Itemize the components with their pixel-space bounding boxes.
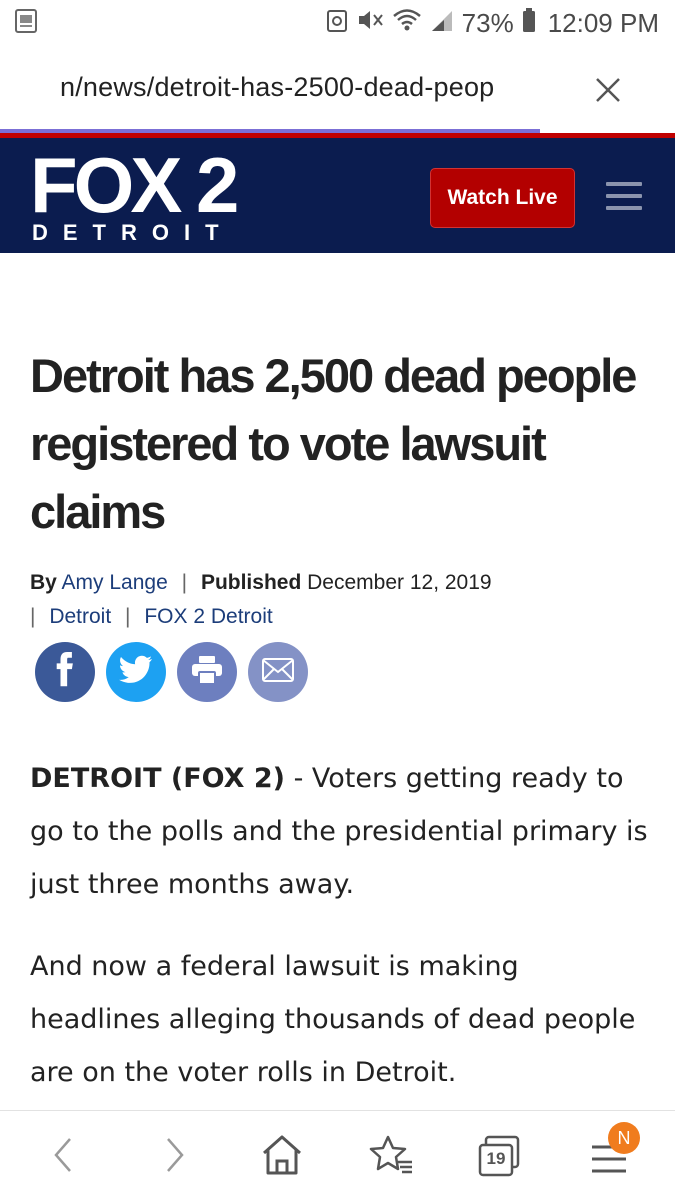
recycle-icon: [326, 7, 348, 40]
tabs-button[interactable]: 19: [474, 1129, 526, 1181]
fox2-detroit-logo[interactable]: FOX 2 DETROIT: [30, 141, 250, 248]
published-date: December 12, 2019: [307, 571, 492, 594]
home-button[interactable]: [256, 1129, 308, 1181]
notification-icon: [14, 8, 40, 39]
signal-icon: [430, 7, 454, 40]
home-icon: [263, 1135, 301, 1175]
dateline: DETROIT (FOX 2): [30, 763, 285, 794]
hamburger-menu-icon[interactable]: [606, 182, 642, 212]
share-buttons: [35, 642, 308, 702]
clock: 12:09 PM: [547, 7, 659, 38]
back-button[interactable]: [38, 1129, 90, 1181]
forward-button[interactable]: [148, 1129, 200, 1181]
browser-bottom-nav: 19: [0, 1110, 675, 1200]
status-left: [14, 8, 40, 39]
logo-wordmark: FOX 2: [30, 141, 239, 229]
wifi-icon: [392, 7, 422, 40]
twitter-share-button[interactable]: [106, 642, 166, 702]
chevron-left-icon: [54, 1138, 71, 1172]
notification-badge: N: [608, 1122, 640, 1154]
article-paragraph: And now a federal lawsuit is making head…: [30, 951, 636, 1088]
facebook-icon: [50, 651, 80, 693]
watch-live-button[interactable]: Watch Live: [430, 168, 575, 228]
email-icon: [262, 657, 294, 687]
bookmarks-button[interactable]: [366, 1129, 418, 1181]
print-button[interactable]: [177, 642, 237, 702]
byline: By Amy Lange | Published December 12, 20…: [30, 566, 650, 634]
site-header: FOX 2 DETROIT Watch Live: [0, 138, 675, 253]
chevron-right-icon: [167, 1138, 184, 1172]
url-bar[interactable]: n/news/detroit-has-2500-dead-peop: [0, 58, 675, 128]
status-bar: 73% 12:09 PM: [0, 0, 675, 46]
tabs-count: 19: [486, 1149, 506, 1168]
outlet-link[interactable]: FOX 2 Detroit: [144, 605, 272, 628]
section-link[interactable]: Detroit: [49, 605, 111, 628]
byline-separator: |: [125, 605, 131, 628]
published-label: Published: [200, 571, 302, 594]
logo-subtitle: DETROIT: [32, 220, 234, 245]
email-share-button[interactable]: [248, 642, 308, 702]
star-list-icon: [369, 1135, 412, 1174]
byline-prefix: By: [30, 571, 57, 594]
author-link[interactable]: Amy Lange: [62, 571, 168, 594]
article-paragraph: DETROIT (FOX 2) - Voters getting ready t…: [30, 752, 650, 911]
battery-icon: [522, 7, 536, 40]
byline-separator: |: [181, 571, 188, 594]
mute-icon: [356, 7, 384, 40]
status-right: 73% 12:09 PM: [326, 7, 659, 40]
url-field[interactable]: n/news/detroit-has-2500-dead-peop: [60, 72, 575, 103]
close-icon[interactable]: [590, 72, 626, 108]
print-icon: [191, 655, 223, 690]
byline-separator: |: [30, 605, 36, 628]
twitter-icon: [119, 655, 153, 690]
article-headline: Detroit has 2,500 dead people registered…: [30, 349, 637, 538]
facebook-share-button[interactable]: [35, 642, 95, 702]
battery-percent: 73%: [461, 7, 514, 38]
